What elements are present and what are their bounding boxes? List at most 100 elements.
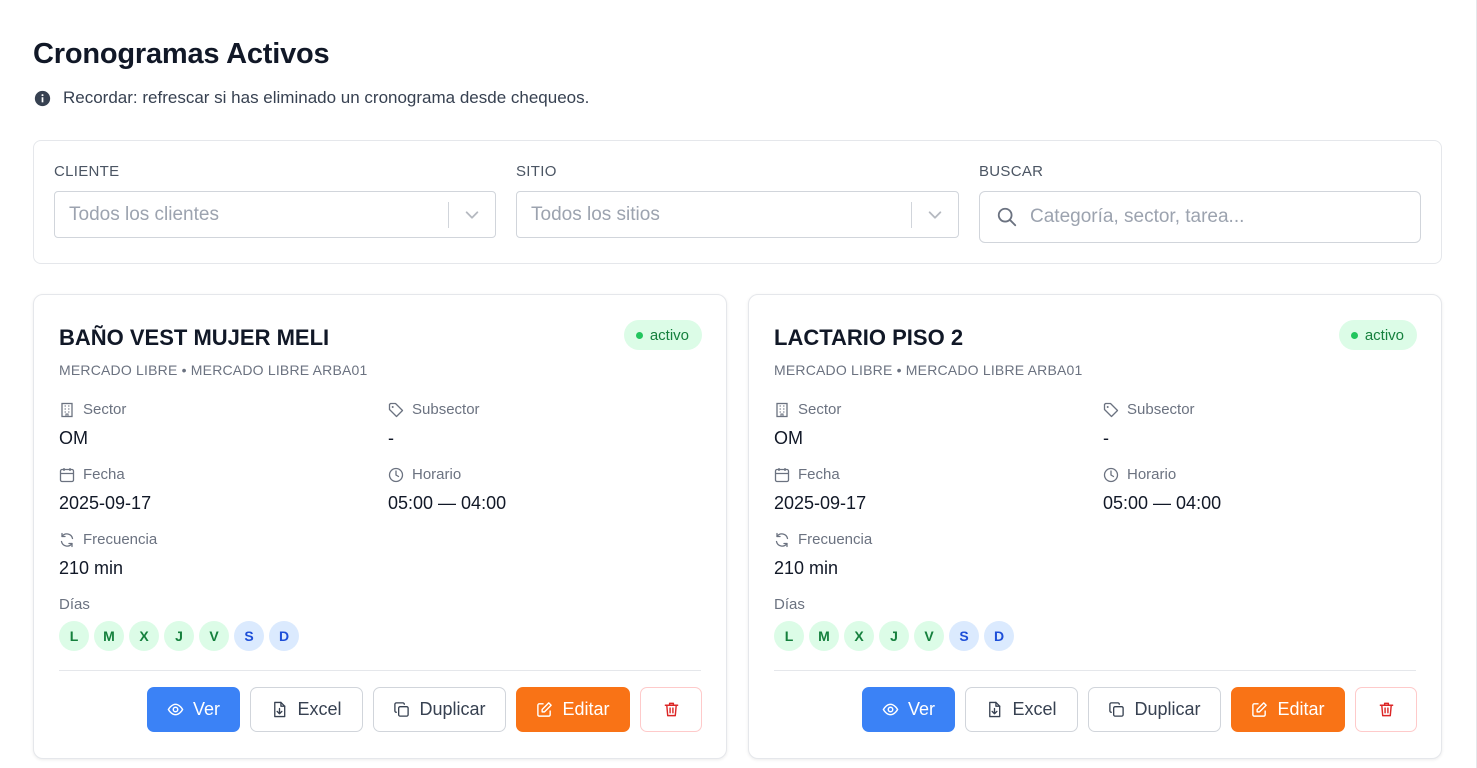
dias-label-text: Días: [59, 596, 90, 613]
sector-label-text: Sector: [798, 401, 842, 418]
subsector-label: Subsector: [388, 401, 480, 418]
tag-icon: [388, 402, 404, 417]
day-chip: X: [129, 621, 159, 651]
day-chip: X: [844, 621, 874, 651]
file-download-icon: [274, 701, 286, 718]
excel-button[interactable]: Excel: [965, 687, 1078, 732]
subsector-label-text: Subsector: [1127, 401, 1195, 418]
search-input[interactable]: [980, 192, 1420, 242]
card-subtitle: MERCADO LIBRE • MERCADO LIBRE ARBA01: [59, 362, 368, 378]
client-select-placeholder: Todos los clientes: [69, 203, 219, 225]
card-title: LACTARIO PISO 2: [774, 325, 964, 350]
horario-label: Horario: [388, 466, 461, 483]
dias-label-text: Días: [774, 596, 805, 613]
card-actions: Ver Excel Duplicar Editar: [147, 687, 702, 732]
file-download-icon: [989, 701, 1001, 718]
duplicate-button-label: Duplicar: [1134, 699, 1201, 719]
sector-label: Sector: [774, 401, 841, 418]
day-chip: L: [59, 621, 89, 651]
frecuencia-value: 210 min: [59, 558, 124, 578]
sector-label-text: Sector: [83, 401, 127, 418]
view-button[interactable]: Ver: [862, 687, 955, 732]
subsector-value: -: [388, 428, 394, 448]
card-actions: Ver Excel Duplicar Editar: [862, 687, 1417, 732]
search-icon: [997, 207, 1017, 227]
status-dot: [635, 331, 643, 339]
frecuencia-label: Frecuencia: [774, 531, 872, 548]
client-select[interactable]: Todos los clientes: [54, 191, 496, 238]
view-button-label: Ver: [907, 699, 936, 719]
calendar-icon: [59, 467, 75, 482]
day-chip: L: [774, 621, 804, 651]
clock-icon: [388, 467, 404, 482]
search-box: [979, 191, 1421, 243]
subsector-value: -: [1103, 428, 1109, 448]
edit-button[interactable]: Editar: [1231, 687, 1345, 732]
day-chip: J: [164, 621, 194, 651]
excel-button-label: Excel: [297, 699, 342, 719]
copy-icon: [1109, 702, 1125, 717]
chevron-down-icon[interactable]: [463, 206, 481, 224]
select-separator: [448, 202, 449, 228]
building-icon: [776, 402, 788, 417]
edit-button[interactable]: Editar: [516, 687, 630, 732]
day-chip: D: [984, 621, 1014, 651]
fecha-label-text: Fecha: [798, 466, 840, 483]
day-chip: D: [269, 621, 299, 651]
excel-button[interactable]: Excel: [250, 687, 363, 732]
day-chip: M: [94, 621, 124, 651]
status-badge: activo: [623, 320, 702, 350]
search-filter-label: BUSCAR: [979, 163, 1044, 180]
chevron-down-icon[interactable]: [926, 206, 944, 224]
duplicate-button[interactable]: Duplicar: [373, 687, 506, 732]
status-dot: [1350, 331, 1358, 339]
fecha-label: Fecha: [59, 466, 125, 483]
frecuencia-label-text: Frecuencia: [83, 531, 158, 548]
view-button-label: Ver: [192, 699, 221, 719]
tag-icon: [1103, 402, 1119, 417]
status-text: activo: [1364, 326, 1404, 344]
duplicate-button[interactable]: Duplicar: [1088, 687, 1221, 732]
days-list: L M X J V S D: [774, 621, 1014, 651]
fecha-label: Fecha: [774, 466, 840, 483]
horario-label-text: Horario: [412, 466, 462, 483]
status-text: activo: [649, 326, 689, 344]
duplicate-button-label: Duplicar: [419, 699, 486, 719]
schedule-card: BAÑO VEST MUJER MELI activo MERCADO LIBR…: [33, 294, 727, 759]
site-select-placeholder: Todos los sitios: [531, 203, 660, 225]
delete-button[interactable]: [640, 687, 702, 732]
view-button[interactable]: Ver: [147, 687, 240, 732]
fecha-value: 2025-09-17: [774, 493, 867, 513]
horario-label-text: Horario: [1127, 466, 1177, 483]
select-separator: [911, 202, 912, 228]
card-subtitle: MERCADO LIBRE • MERCADO LIBRE ARBA01: [774, 362, 1083, 378]
card-title: BAÑO VEST MUJER MELI: [59, 325, 330, 350]
edit-icon: [1252, 702, 1268, 717]
refresh-notice: Recordar: refrescar si has eliminado un …: [34, 88, 589, 108]
refresh-icon: [60, 532, 74, 547]
horario-value: 05:00 — 04:00: [388, 493, 507, 513]
sector-value: OM: [774, 428, 803, 448]
refresh-icon: [775, 532, 789, 547]
frecuencia-label: Frecuencia: [59, 531, 157, 548]
trash-icon: [1379, 702, 1393, 717]
day-chip: V: [914, 621, 944, 651]
day-chip: S: [949, 621, 979, 651]
dias-label: Días: [774, 596, 805, 613]
edit-button-label: Editar: [1277, 699, 1325, 719]
card-divider: [59, 670, 701, 671]
day-chip: S: [234, 621, 264, 651]
horario-value: 05:00 — 04:00: [1103, 493, 1222, 513]
fecha-value: 2025-09-17: [59, 493, 152, 513]
frecuencia-value: 210 min: [774, 558, 839, 578]
site-select[interactable]: Todos los sitios: [516, 191, 959, 238]
copy-icon: [394, 702, 410, 717]
status-badge: activo: [1338, 320, 1417, 350]
day-chip: J: [879, 621, 909, 651]
notice-text: Recordar: refrescar si has eliminado un …: [63, 88, 590, 107]
delete-button[interactable]: [1355, 687, 1417, 732]
frecuencia-label-text: Frecuencia: [798, 531, 873, 548]
excel-button-label: Excel: [1012, 699, 1057, 719]
sector-value: OM: [59, 428, 88, 448]
days-list: L M X J V S D: [59, 621, 299, 651]
